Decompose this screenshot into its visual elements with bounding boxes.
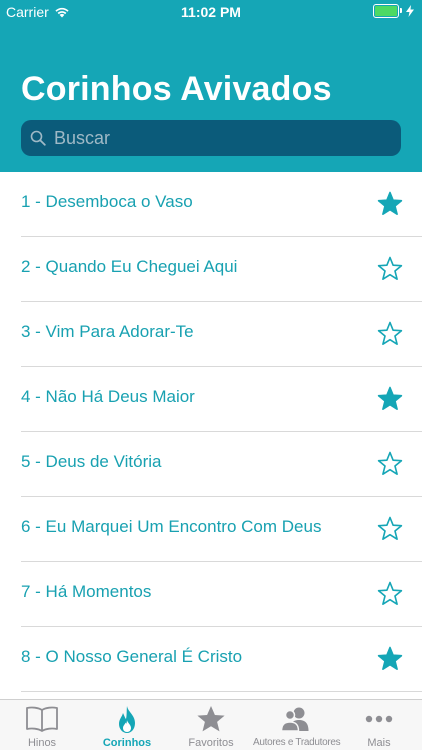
- list-item[interactable]: 3 - Vim Para Adorar-Te: [0, 302, 422, 367]
- tab-label: Corinhos: [102, 737, 152, 749]
- list-item[interactable]: 7 - Há Momentos: [0, 562, 422, 627]
- song-title: 8 - O Nosso General É Cristo: [21, 647, 243, 666]
- star-icon: [197, 706, 225, 732]
- tab-bar: Hinos Corinhos Favoritos Autores e Tradu…: [0, 699, 422, 750]
- tab-autores-tradutores[interactable]: Autores e Tradutores: [253, 700, 341, 751]
- favorite-star-outline-icon[interactable]: [377, 516, 403, 542]
- search-bar[interactable]: [21, 120, 401, 156]
- list-item[interactable]: 4 - Não Há Deus Maior: [0, 367, 422, 432]
- tab-mais[interactable]: Mais: [337, 700, 421, 751]
- song-title: 4 - Não Há Deus Maior: [21, 387, 195, 406]
- favorite-star-outline-icon[interactable]: [377, 321, 403, 347]
- search-input[interactable]: [52, 126, 386, 150]
- favorite-star-filled-icon[interactable]: [377, 646, 403, 672]
- tab-label: Mais: [367, 737, 391, 749]
- list-item[interactable]: 2 - Quando Eu Cheguei Aqui: [0, 237, 422, 302]
- favorite-star-outline-icon[interactable]: [377, 581, 403, 607]
- people-icon: [280, 707, 309, 732]
- song-title: 1 - Desemboca o Vaso: [21, 192, 193, 211]
- status-time: 11:02 PM: [181, 4, 241, 20]
- list-item[interactable]: 1 - Desemboca o Vaso: [0, 172, 422, 237]
- tab-label: Autores e Tradutores: [253, 737, 341, 748]
- song-title: 3 - Vim Para Adorar-Te: [21, 322, 194, 341]
- search-icon: [30, 130, 46, 146]
- tab-hinos[interactable]: Hinos: [0, 700, 84, 751]
- tab-label: Favoritos: [188, 737, 234, 749]
- song-title: 2 - Quando Eu Cheguei Aqui: [21, 257, 238, 276]
- song-title: 6 - Eu Marquei Um Encontro Com Deus: [21, 517, 322, 536]
- list-item[interactable]: 8 - O Nosso General É Cristo: [0, 627, 422, 692]
- page-title: Corinhos Avivados: [21, 70, 332, 108]
- charging-bolt-icon: [406, 5, 414, 17]
- flame-icon: [119, 706, 135, 733]
- favorite-star-filled-icon[interactable]: [377, 386, 403, 412]
- list-item[interactable]: 5 - Deus de Vitória: [0, 432, 422, 497]
- list-item[interactable]: 6 - Eu Marquei Um Encontro Com Deus: [0, 497, 422, 562]
- song-list: 1 - Desemboca o Vaso 2 - Quando Eu Chegue…: [0, 172, 422, 692]
- song-title: 7 - Há Momentos: [21, 582, 152, 601]
- status-bar: Carrier 11:02 PM: [0, 0, 422, 24]
- more-icon: [365, 715, 393, 723]
- song-title: 5 - Deus de Vitória: [21, 452, 162, 471]
- favorite-star-outline-icon[interactable]: [377, 451, 403, 477]
- tab-corinhos[interactable]: Corinhos: [85, 700, 169, 751]
- battery-indicator: [373, 4, 414, 18]
- tab-label: Hinos: [27, 737, 57, 749]
- battery-icon: [373, 4, 402, 18]
- tab-favoritos[interactable]: Favoritos: [169, 700, 253, 751]
- book-icon: [26, 706, 58, 732]
- favorite-star-outline-icon[interactable]: [377, 256, 403, 282]
- favorite-star-filled-icon[interactable]: [377, 191, 403, 217]
- navigation-header: Carrier 11:02 PM Corinhos Avivados: [0, 0, 422, 172]
